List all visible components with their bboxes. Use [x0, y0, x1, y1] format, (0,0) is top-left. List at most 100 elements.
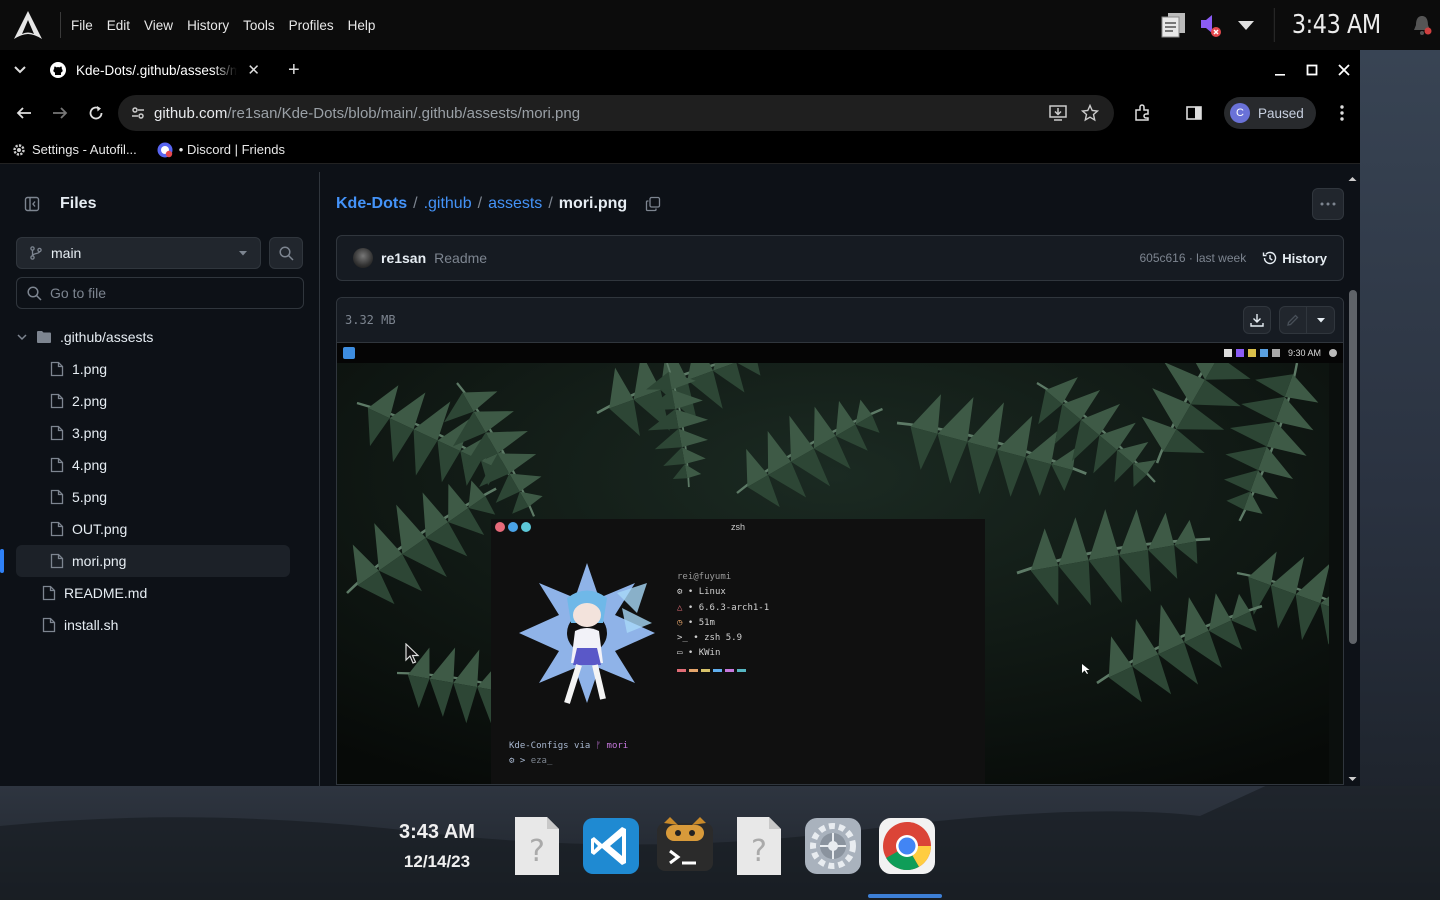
arch-launcher-icon[interactable]	[0, 0, 56, 50]
new-tab-button[interactable]: +	[288, 59, 300, 82]
browser-window: Kde-Dots/.github/assests/mori.png ✕ + gi…	[0, 50, 1360, 786]
commit-author[interactable]: re1san	[381, 250, 426, 266]
forward-arrow-icon[interactable]	[42, 95, 78, 131]
close-window-icon[interactable]	[1328, 50, 1360, 90]
file-icon	[50, 553, 64, 569]
scroll-up-arrow-icon[interactable]	[1345, 174, 1360, 184]
breadcrumb-separator: /	[477, 195, 483, 212]
tree-file-item[interactable]: 4.png	[16, 449, 290, 481]
volume-muted-icon[interactable]	[1192, 0, 1228, 50]
branch-row: main	[16, 237, 303, 269]
reload-icon[interactable]	[78, 95, 114, 131]
tab-close-icon[interactable]: ✕	[247, 61, 260, 79]
clipboard-icon[interactable]	[1156, 0, 1192, 50]
root-file-list: README.md install.sh	[16, 577, 303, 641]
commit-meta[interactable]: 605c616 · last week	[1139, 251, 1246, 265]
panel-clock[interactable]: 3:43 AM	[1273, 8, 1394, 42]
download-icon	[1250, 314, 1264, 327]
notification-bell-icon[interactable]	[1404, 0, 1440, 50]
site-info-icon[interactable]	[130, 105, 146, 121]
menu-view[interactable]: View	[144, 18, 173, 33]
history-button[interactable]: History	[1262, 250, 1327, 266]
breadcrumb-assests-link[interactable]: assests	[488, 195, 542, 213]
edit-options-dropdown[interactable]	[1307, 306, 1335, 334]
tab-strip: Kde-Dots/.github/assests/mori.png ✕ +	[0, 50, 1360, 90]
tree-file-item[interactable]: mori.png	[0, 545, 290, 577]
tree-file-item[interactable]: README.md	[16, 577, 290, 609]
scroll-down-arrow-icon[interactable]	[1345, 774, 1360, 784]
menu-help[interactable]: Help	[348, 18, 376, 33]
page-scrollbar[interactable]	[1345, 172, 1360, 786]
tree-file-item[interactable]: 2.png	[16, 385, 290, 417]
preview-fetch-uptime: ◷ • 51m	[677, 617, 715, 628]
menu-edit[interactable]: Edit	[107, 18, 130, 33]
profile-status: Paused	[1258, 105, 1304, 121]
chrome-icon[interactable]	[876, 815, 938, 877]
menu-profiles[interactable]: Profiles	[289, 18, 334, 33]
search-icon	[279, 245, 294, 261]
go-to-file-input[interactable]	[50, 285, 280, 301]
settings-icon[interactable]	[802, 815, 864, 877]
dock-clock[interactable]: 3:43 AM 12/14/23	[380, 821, 494, 872]
breadcrumb-github-link[interactable]: .github	[424, 195, 472, 213]
tab-search-chevron-icon[interactable]	[0, 66, 40, 74]
bookmark-star-icon[interactable]	[1074, 97, 1106, 129]
download-raw-button[interactable]	[1243, 306, 1271, 334]
file-viewer: 3.32 MB 9:30 AM zsh rei@fuyumi ⚙ • Linux…	[336, 297, 1344, 785]
tree-file-item[interactable]: OUT.png	[16, 513, 290, 545]
tree-file-item[interactable]: 5.png	[16, 481, 290, 513]
file-icon	[50, 521, 64, 537]
commit-author-avatar[interactable]	[353, 248, 373, 268]
tree-file-item[interactable]: 3.png	[16, 417, 290, 449]
side-panel-icon[interactable]	[1176, 95, 1212, 131]
bookmark-settings-label: Settings - Autofil...	[32, 142, 137, 157]
latest-commit-bar: re1san Readme 605c616 · last week Histor…	[336, 235, 1344, 281]
search-files-button[interactable]	[269, 237, 303, 269]
menu-history[interactable]: History	[187, 18, 229, 33]
file-view: Kde-Dots / .github / assests / mori.png …	[320, 172, 1360, 786]
preview-cirno-ascii-art	[519, 563, 655, 704]
go-to-file-field[interactable]	[16, 277, 304, 309]
breadcrumb-repo-link[interactable]: Kde-Dots	[336, 195, 407, 213]
copy-path-icon[interactable]	[637, 188, 669, 220]
bookmark-discord[interactable]: • Discord | Friends	[157, 142, 285, 158]
address-bar[interactable]: github.com/re1san/Kde-Dots/blob/main/.gi…	[118, 95, 1114, 131]
tree-file-item[interactable]: 1.png	[16, 353, 290, 385]
tray-expand-arrow-icon[interactable]	[1228, 0, 1264, 50]
tree-file-name: 2.png	[72, 393, 108, 409]
terminal-icon[interactable]	[654, 815, 716, 877]
bookmark-settings-autofill[interactable]: Settings - Autofil...	[12, 142, 137, 157]
branch-selector[interactable]: main	[16, 237, 262, 269]
install-app-icon[interactable]	[1042, 97, 1074, 129]
svg-text:?: ?	[529, 834, 545, 869]
commit-message[interactable]: Readme	[434, 250, 1139, 266]
preview-fetch-info: rei@fuyumi ⚙ • Linux △ • 6.6.3-arch1-1 ◷…	[677, 570, 769, 672]
maximize-icon[interactable]	[1296, 50, 1328, 90]
browser-menu-kebab-icon[interactable]	[1324, 95, 1360, 131]
profile-button[interactable]: C Paused	[1224, 97, 1316, 129]
extensions-icon[interactable]	[1124, 95, 1160, 131]
menu-tools[interactable]: Tools	[243, 18, 275, 33]
edit-file-button[interactable]	[1279, 306, 1307, 334]
unknown-file-icon[interactable]: ?	[506, 815, 568, 877]
history-label: History	[1282, 250, 1327, 266]
tree-file-name: README.md	[64, 585, 148, 601]
profile-avatar: C	[1230, 103, 1250, 123]
top-panel: File Edit View History Tools Profiles He…	[0, 0, 1440, 50]
menubar: File Edit View History Tools Profiles He…	[71, 18, 375, 33]
scrollbar-thumb[interactable]	[1349, 290, 1357, 644]
minimize-icon[interactable]	[1264, 50, 1296, 90]
preview-fetch-os: ⚙ • Linux	[677, 587, 726, 598]
menu-file[interactable]: File	[71, 18, 93, 33]
collapse-sidebar-icon[interactable]	[16, 188, 48, 220]
more-options-button[interactable]	[1312, 188, 1344, 220]
tree-file-item[interactable]: install.sh	[16, 609, 290, 641]
settings-gear-icon	[13, 143, 25, 156]
vscode-icon[interactable]	[580, 815, 642, 877]
browser-tab-active[interactable]: Kde-Dots/.github/assests/mori.png ✕	[42, 53, 268, 87]
preview-color-swatch	[737, 668, 746, 672]
unknown-file-icon[interactable]: ?	[728, 815, 790, 877]
back-arrow-icon[interactable]	[6, 95, 42, 131]
file-icon	[50, 457, 64, 473]
tree-folder-assests[interactable]: .github/assests	[16, 321, 290, 353]
